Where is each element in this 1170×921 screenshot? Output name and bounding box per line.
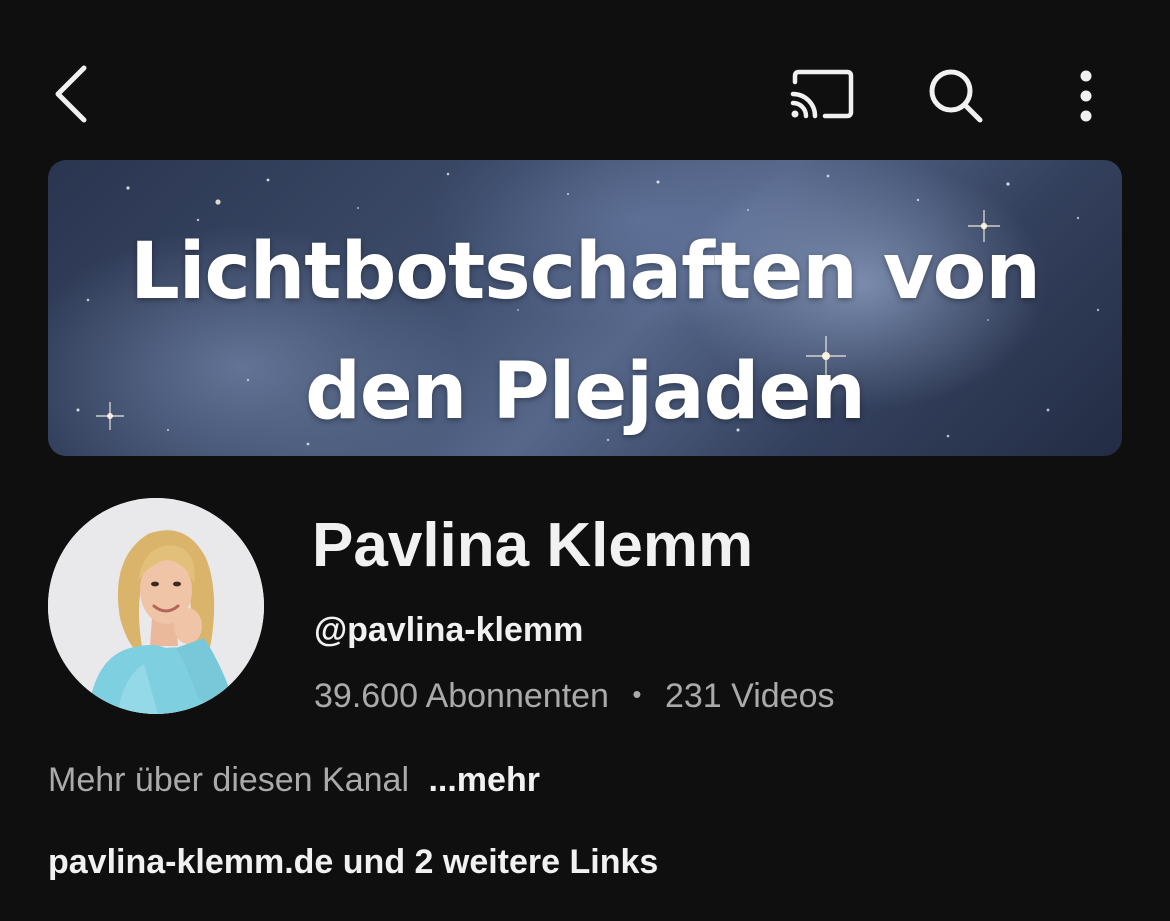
cast-button[interactable]	[782, 62, 862, 126]
more-options-button[interactable]	[1060, 62, 1112, 130]
more-vertical-icon	[1080, 70, 1092, 122]
video-count: 231 Videos	[664, 677, 835, 715]
channel-handle: @pavlina-klemm	[314, 611, 584, 649]
banner-title: Lichtbotschaften von den Plejaden	[48, 212, 1122, 452]
cast-icon	[790, 69, 854, 119]
channel-avatar[interactable]	[48, 498, 264, 714]
channel-name: Pavlina Klemm	[312, 511, 754, 580]
channel-banner: Lichtbotschaften von den Plejaden	[48, 160, 1122, 456]
subscriber-count: 39.600 Abonnenten	[314, 677, 609, 715]
description-text: Mehr über diesen Kanal	[48, 761, 410, 799]
chevron-left-icon	[55, 65, 87, 123]
avatar-photo	[48, 498, 264, 714]
search-icon	[929, 69, 983, 123]
stats-separator: •	[632, 679, 642, 709]
back-button[interactable]	[40, 58, 104, 130]
channel-description[interactable]: Mehr über diesen Kanal ...mehr	[48, 758, 540, 802]
search-button[interactable]	[920, 62, 992, 130]
channel-links[interactable]: pavlina-klemm.de und 2 weitere Links	[48, 840, 658, 884]
banner-title-line-2: den Plejaden	[305, 347, 866, 437]
banner-title-line-1: Lichtbotschaften von	[130, 227, 1041, 317]
channel-stats: 39.600 Abonnenten • 231 Videos	[314, 672, 835, 718]
more-link[interactable]: ...mehr	[428, 761, 539, 799]
